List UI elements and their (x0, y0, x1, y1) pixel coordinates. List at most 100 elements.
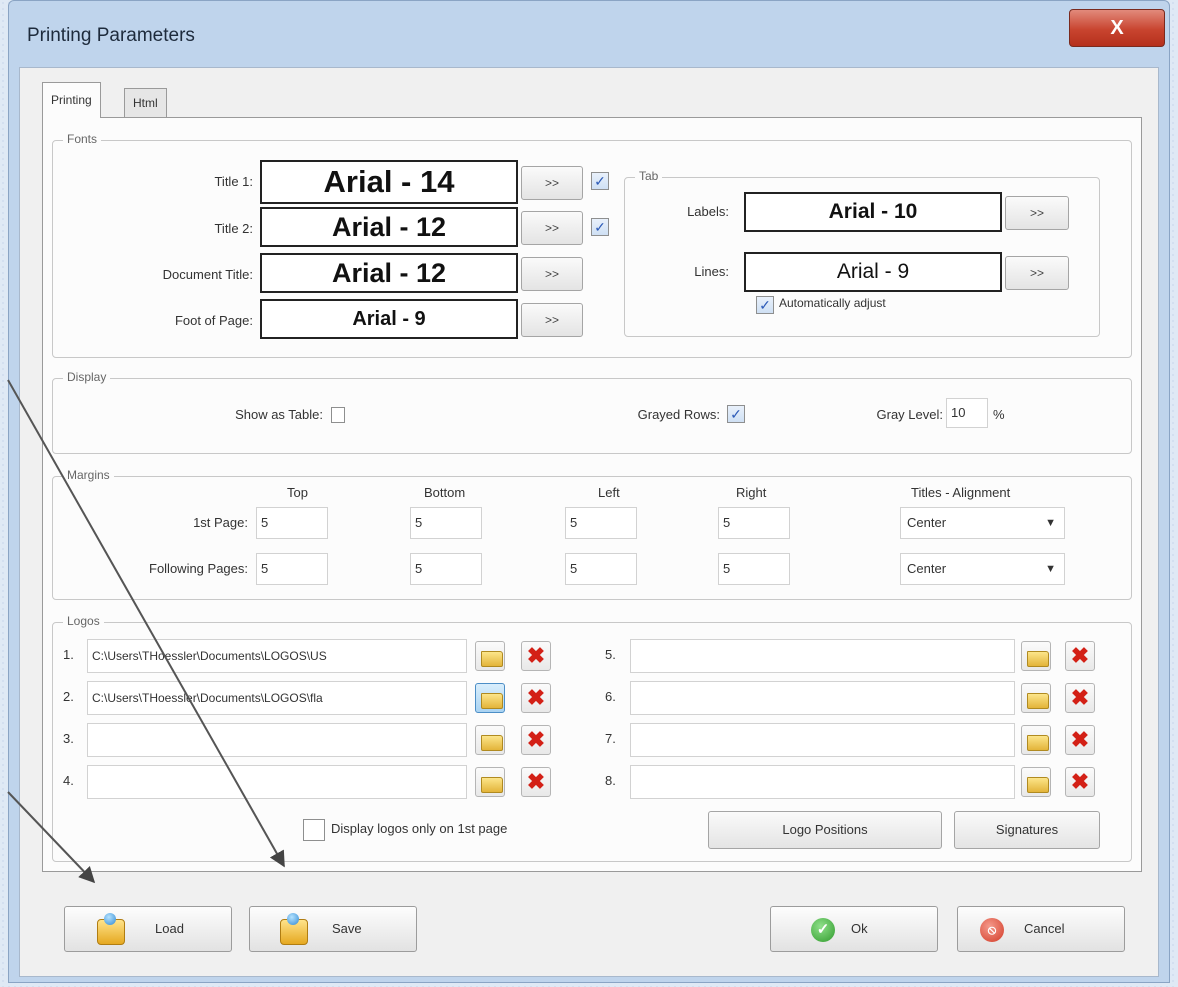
save-button-label: Save (332, 921, 362, 936)
foot-of-page-label: Foot of Page: (174, 313, 253, 328)
auto-adjust-label: Automatically adjust (779, 296, 886, 310)
logo-3-path[interactable] (87, 723, 467, 757)
logo-2-delete-icon[interactable]: ✖ (521, 683, 551, 713)
auto-adjust-checkbox[interactable]: ✓ (756, 296, 774, 314)
tab-legend: Tab (635, 169, 663, 183)
margins-col-bottom: Bottom (424, 485, 466, 500)
following-pages-alignment-value: Center (907, 561, 947, 576)
logo-3-delete-icon[interactable]: ✖ (521, 725, 551, 755)
title-bar: Printing Parameters X (9, 1, 1169, 67)
logo-8-path[interactable] (630, 765, 1015, 799)
gray-level-unit: % (993, 407, 1005, 422)
following-pages-top-input[interactable]: 5 (256, 553, 328, 585)
logos-legend: Logos (63, 614, 104, 628)
logo-4-browse-folder-icon[interactable] (475, 767, 505, 797)
margins-col-top: Top (287, 485, 308, 500)
labels-font-box: Arial - 10 (744, 192, 1002, 232)
ok-button[interactable]: ✓ Ok (770, 906, 938, 952)
logos-group: Logos 1. C:\Users\THoessler\Documents\LO… (52, 614, 1132, 862)
foot-of-page-font-button[interactable]: >> (521, 303, 583, 337)
logo-2-path[interactable]: C:\Users\THoessler\Documents\LOGOS\fla (87, 681, 467, 715)
save-button[interactable]: Save (249, 906, 417, 952)
margins-legend: Margins (63, 468, 114, 482)
labels-font-button[interactable]: >> (1005, 196, 1069, 230)
logo-3-browse-folder-icon[interactable] (475, 725, 505, 755)
logo-1-delete-icon[interactable]: ✖ (521, 641, 551, 671)
logo-2-number: 2. (63, 689, 74, 704)
logo-8-delete-icon[interactable]: ✖ (1065, 767, 1095, 797)
title1-checkbox[interactable]: ✓ (591, 172, 609, 190)
logo-7-delete-icon[interactable]: ✖ (1065, 725, 1095, 755)
margins-col-titles-alignment: Titles - Alignment (911, 485, 1011, 500)
following-pages-alignment-select[interactable]: Center ▼ (900, 553, 1065, 585)
first-page-alignment-select[interactable]: Center ▼ (900, 507, 1065, 539)
window-title: Printing Parameters (27, 25, 195, 46)
logo-5-number: 5. (605, 647, 616, 662)
title2-checkbox[interactable]: ✓ (591, 218, 609, 236)
logos-first-page-only-checkbox[interactable] (303, 819, 325, 841)
following-pages-left-input[interactable]: 5 (565, 553, 637, 585)
chevron-down-icon: ▼ (1045, 517, 1056, 529)
close-icon: X (1110, 17, 1124, 39)
title2-label: Title 2: (214, 221, 253, 236)
display-group: Display Show as Table: Grayed Rows: ✓ Gr… (52, 370, 1132, 454)
load-button[interactable]: Load (64, 906, 232, 952)
fonts-legend: Fonts (63, 132, 102, 146)
logo-positions-button[interactable]: Logo Positions (708, 811, 942, 849)
logo-6-browse-folder-icon[interactable] (1021, 683, 1051, 713)
cancel-icon: ⦸ (980, 918, 1004, 942)
load-button-label: Load (155, 921, 184, 936)
first-page-bottom-input[interactable]: 5 (410, 507, 482, 539)
logo-8-browse-folder-icon[interactable] (1021, 767, 1051, 797)
tab-printing[interactable]: Printing (42, 82, 101, 118)
logo-7-number: 7. (605, 731, 616, 746)
gray-level-input[interactable]: 10 (946, 398, 988, 428)
logo-1-path[interactable]: C:\Users\THoessler\Documents\LOGOS\US (87, 639, 467, 673)
title1-font-button[interactable]: >> (521, 166, 583, 200)
chevron-down-icon: ▼ (1045, 563, 1056, 575)
logo-6-number: 6. (605, 689, 616, 704)
logo-5-delete-icon[interactable]: ✖ (1065, 641, 1095, 671)
logo-8-number: 8. (605, 773, 616, 788)
following-pages-bottom-input[interactable]: 5 (410, 553, 482, 585)
first-page-top-input[interactable]: 5 (256, 507, 328, 539)
grayed-rows-checkbox[interactable]: ✓ (727, 405, 745, 423)
lines-font-button[interactable]: >> (1005, 256, 1069, 290)
logo-6-path[interactable] (630, 681, 1015, 715)
first-page-left-input[interactable]: 5 (565, 507, 637, 539)
printing-parameters-window: Printing Parameters X Printing Html Font… (8, 0, 1170, 983)
show-as-table-checkbox[interactable] (331, 407, 345, 423)
signatures-button[interactable]: Signatures (954, 811, 1100, 849)
first-page-label: 1st Page: (193, 515, 248, 530)
logo-4-path[interactable] (87, 765, 467, 799)
gray-level-label: Gray Level: (876, 407, 943, 422)
logo-3-number: 3. (63, 731, 74, 746)
logo-5-browse-folder-icon[interactable] (1021, 641, 1051, 671)
logo-4-delete-icon[interactable]: ✖ (521, 767, 551, 797)
following-pages-right-input[interactable]: 5 (718, 553, 790, 585)
logo-7-path[interactable] (630, 723, 1015, 757)
title1-label: Title 1: (214, 174, 253, 189)
logo-1-browse-folder-icon[interactable] (475, 641, 505, 671)
margins-col-left: Left (598, 485, 620, 500)
logo-6-delete-icon[interactable]: ✖ (1065, 683, 1095, 713)
foot-of-page-font-box: Arial - 9 (260, 299, 518, 339)
labels-label: Labels: (687, 204, 729, 219)
following-pages-label: Following Pages: (149, 561, 248, 576)
close-button[interactable]: X (1069, 9, 1165, 47)
tab-html[interactable]: Html (124, 88, 167, 117)
cancel-button[interactable]: ⦸ Cancel (957, 906, 1125, 952)
title2-font-box: Arial - 12 (260, 207, 518, 247)
first-page-right-input[interactable]: 5 (718, 507, 790, 539)
lines-font-box: Arial - 9 (744, 252, 1002, 292)
document-title-font-button[interactable]: >> (521, 257, 583, 291)
show-as-table-label: Show as Table: (235, 407, 323, 422)
logo-5-path[interactable] (630, 639, 1015, 673)
logos-first-page-only-label: Display logos only on 1st page (331, 821, 508, 836)
title2-font-button[interactable]: >> (521, 211, 583, 245)
logo-2-browse-folder-icon[interactable] (475, 683, 505, 713)
logo-7-browse-folder-icon[interactable] (1021, 725, 1051, 755)
lines-label: Lines: (694, 264, 729, 279)
document-title-label: Document Title: (162, 267, 253, 282)
check-icon: ✓ (811, 918, 835, 942)
